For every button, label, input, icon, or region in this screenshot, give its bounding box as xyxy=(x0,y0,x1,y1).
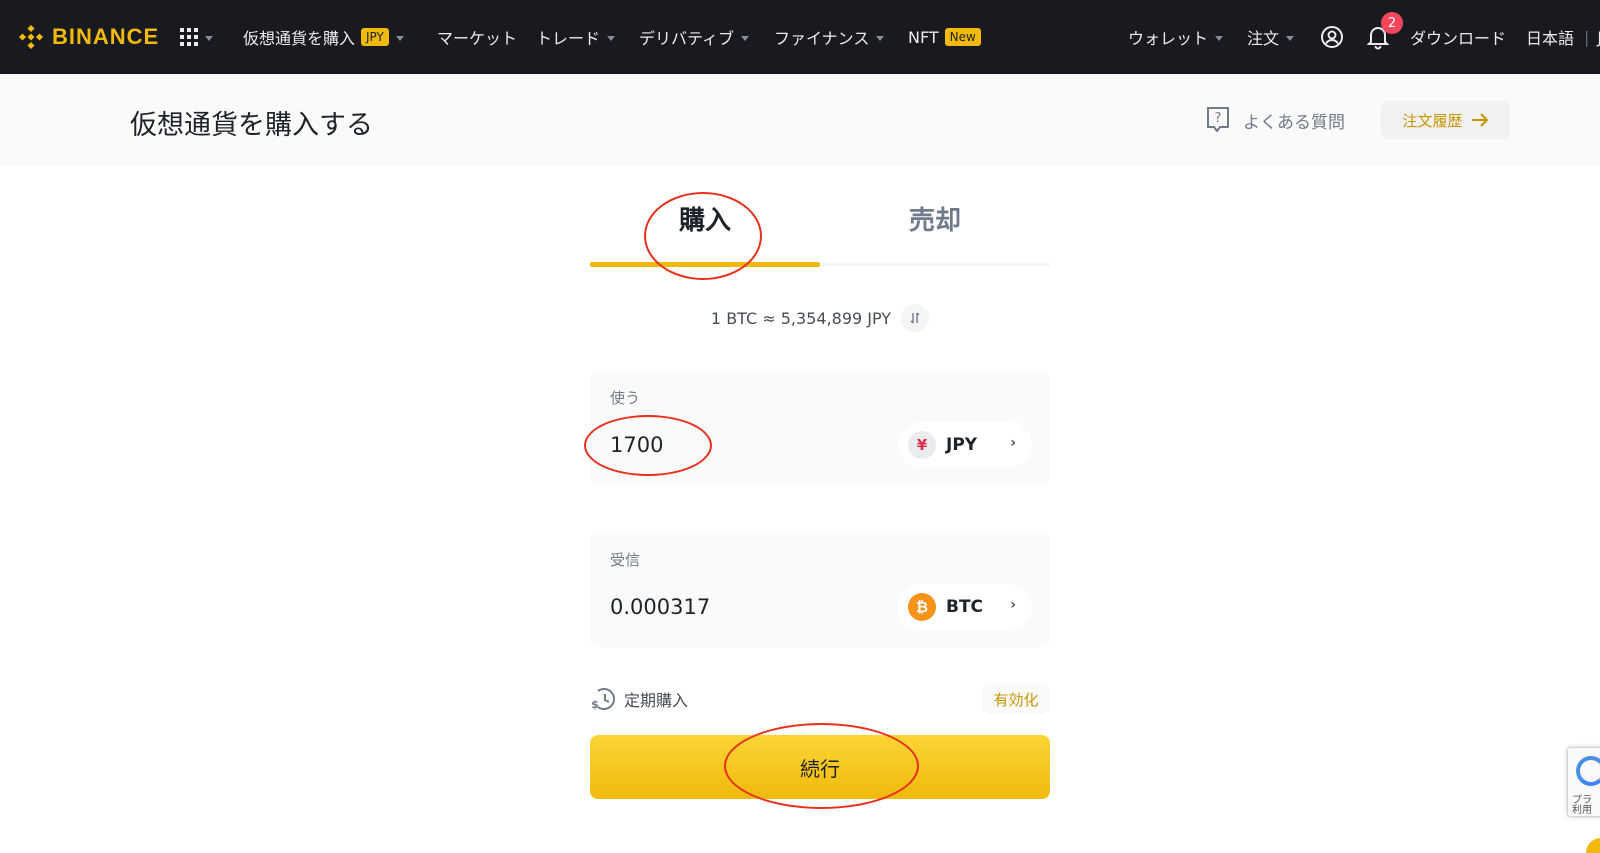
nav-divider: | xyxy=(1584,27,1590,47)
chevron-down-icon xyxy=(607,35,616,41)
profile-button[interactable] xyxy=(1320,0,1344,74)
binance-logo-icon xyxy=(18,24,44,50)
tab-sell-label: 売却 xyxy=(908,206,961,236)
nav-trade-label: トレード xyxy=(536,29,601,48)
top-nav: BINANCE 仮想通貨を購入 JPY マーケット トレード デリバティブ ファ… xyxy=(0,0,1600,74)
binance-logo[interactable]: BINANCE xyxy=(18,0,159,74)
tab-buy[interactable]: 購入 xyxy=(590,200,820,260)
nav-derivatives-label: デリバティブ xyxy=(639,29,735,48)
chevron-down-icon xyxy=(205,35,213,41)
exchange-rate: 1 BTC ≈ 5,354,899 JPY xyxy=(590,302,1050,334)
nav-buy-crypto[interactable]: 仮想通貨を購入 JPY xyxy=(243,0,404,74)
nav-markets[interactable]: マーケット xyxy=(437,0,517,74)
svg-text:$: $ xyxy=(591,698,599,711)
recaptcha-text-line2: 利用 xyxy=(1572,805,1592,816)
question-icon: ? xyxy=(1207,107,1229,133)
chevron-down-icon xyxy=(876,35,885,41)
order-history-button[interactable]: 注文履歴 xyxy=(1381,101,1510,139)
recaptcha-icon xyxy=(1576,756,1600,786)
receive-currency-label: BTC xyxy=(946,597,984,617)
user-circle-icon xyxy=(1321,26,1343,48)
grid-icon xyxy=(180,28,198,46)
spend-amount-input[interactable] xyxy=(610,428,870,462)
swap-icon xyxy=(910,312,920,324)
chevron-right-icon: › xyxy=(1010,435,1016,451)
nav-language-label: 日本語 xyxy=(1526,29,1575,48)
chevron-down-icon xyxy=(741,35,750,41)
chevron-down-icon xyxy=(395,35,404,41)
svg-text:?: ? xyxy=(1215,111,1222,126)
continue-label: 続行 xyxy=(800,756,840,781)
receive-label: 受信 xyxy=(610,551,641,569)
continue-button[interactable]: 続行 xyxy=(590,735,1050,799)
notifications-button[interactable]: 2 xyxy=(1366,0,1403,74)
dollar-clock-icon: $ xyxy=(591,688,615,711)
nav-trade[interactable]: トレード xyxy=(536,0,616,74)
tab-buy-label: 購入 xyxy=(678,206,731,236)
enable-recurring-label: 有効化 xyxy=(993,690,1039,709)
new-badge: New xyxy=(944,28,981,46)
recurring-buy[interactable]: $ 定期購入 xyxy=(590,683,688,715)
nav-buy-crypto-label: 仮想通貨を購入 xyxy=(243,29,356,48)
exchange-rate-text: 1 BTC ≈ 5,354,899 JPY xyxy=(710,308,892,328)
apps-menu[interactable] xyxy=(180,0,213,74)
logo-text: BINANCE xyxy=(52,24,160,49)
notification-count-badge: 2 xyxy=(1381,12,1403,34)
recaptcha-text: プラ 利用 xyxy=(1572,796,1592,816)
btc-icon: ₿ xyxy=(908,593,936,621)
faq-label: よくある質問 xyxy=(1243,112,1345,133)
recurring-buy-label: 定期購入 xyxy=(624,691,689,710)
currency-badge: JPY xyxy=(361,28,389,46)
order-history-label: 注文履歴 xyxy=(1402,111,1463,130)
nav-download-label: ダウンロード xyxy=(1410,29,1507,48)
nav-finance-label: ファイナンス xyxy=(774,29,870,48)
chevron-down-icon xyxy=(1215,35,1224,41)
spend-label: 使う xyxy=(610,389,641,407)
receive-field: 受信 ₿ BTC › xyxy=(590,533,1050,647)
swap-button[interactable] xyxy=(901,304,930,332)
chevron-right-icon: › xyxy=(1010,597,1016,613)
active-tab-indicator xyxy=(590,262,820,267)
nav-wallet[interactable]: ウォレット xyxy=(1128,0,1224,74)
jpy-icon: ¥ xyxy=(908,431,936,459)
tab-sell[interactable]: 売却 xyxy=(820,200,1050,260)
page-title: 仮想通貨を購入する xyxy=(130,110,373,141)
nav-language[interactable]: 日本語 | J xyxy=(1526,0,1600,74)
arrow-right-icon xyxy=(1471,113,1488,127)
spend-currency-selector[interactable]: ¥ JPY › xyxy=(898,422,1032,468)
nav-markets-label: マーケット xyxy=(437,29,518,48)
nav-derivatives[interactable]: デリバティブ xyxy=(639,0,750,74)
nav-nft-label: NFT xyxy=(908,27,939,47)
receive-currency-selector[interactable]: ₿ BTC › xyxy=(898,584,1032,630)
nav-download[interactable]: ダウンロード xyxy=(1410,0,1506,74)
nav-nft[interactable]: NFT New xyxy=(908,0,981,74)
receive-amount-input[interactable] xyxy=(610,590,870,624)
nav-finance[interactable]: ファイナンス xyxy=(774,0,885,74)
nav-orders-label: 注文 xyxy=(1247,29,1280,48)
nav-wallet-label: ウォレット xyxy=(1128,29,1209,48)
spend-field: 使う ¥ JPY › xyxy=(590,371,1050,485)
chevron-down-icon xyxy=(1286,35,1295,41)
spend-currency-label: JPY xyxy=(946,435,978,455)
enable-recurring-button[interactable]: 有効化 xyxy=(982,684,1050,714)
nav-orders[interactable]: 注文 xyxy=(1247,0,1295,74)
faq-link[interactable]: ? よくある質問 xyxy=(1205,105,1345,135)
recaptcha-badge[interactable]: プラ 利用 xyxy=(1567,747,1600,817)
